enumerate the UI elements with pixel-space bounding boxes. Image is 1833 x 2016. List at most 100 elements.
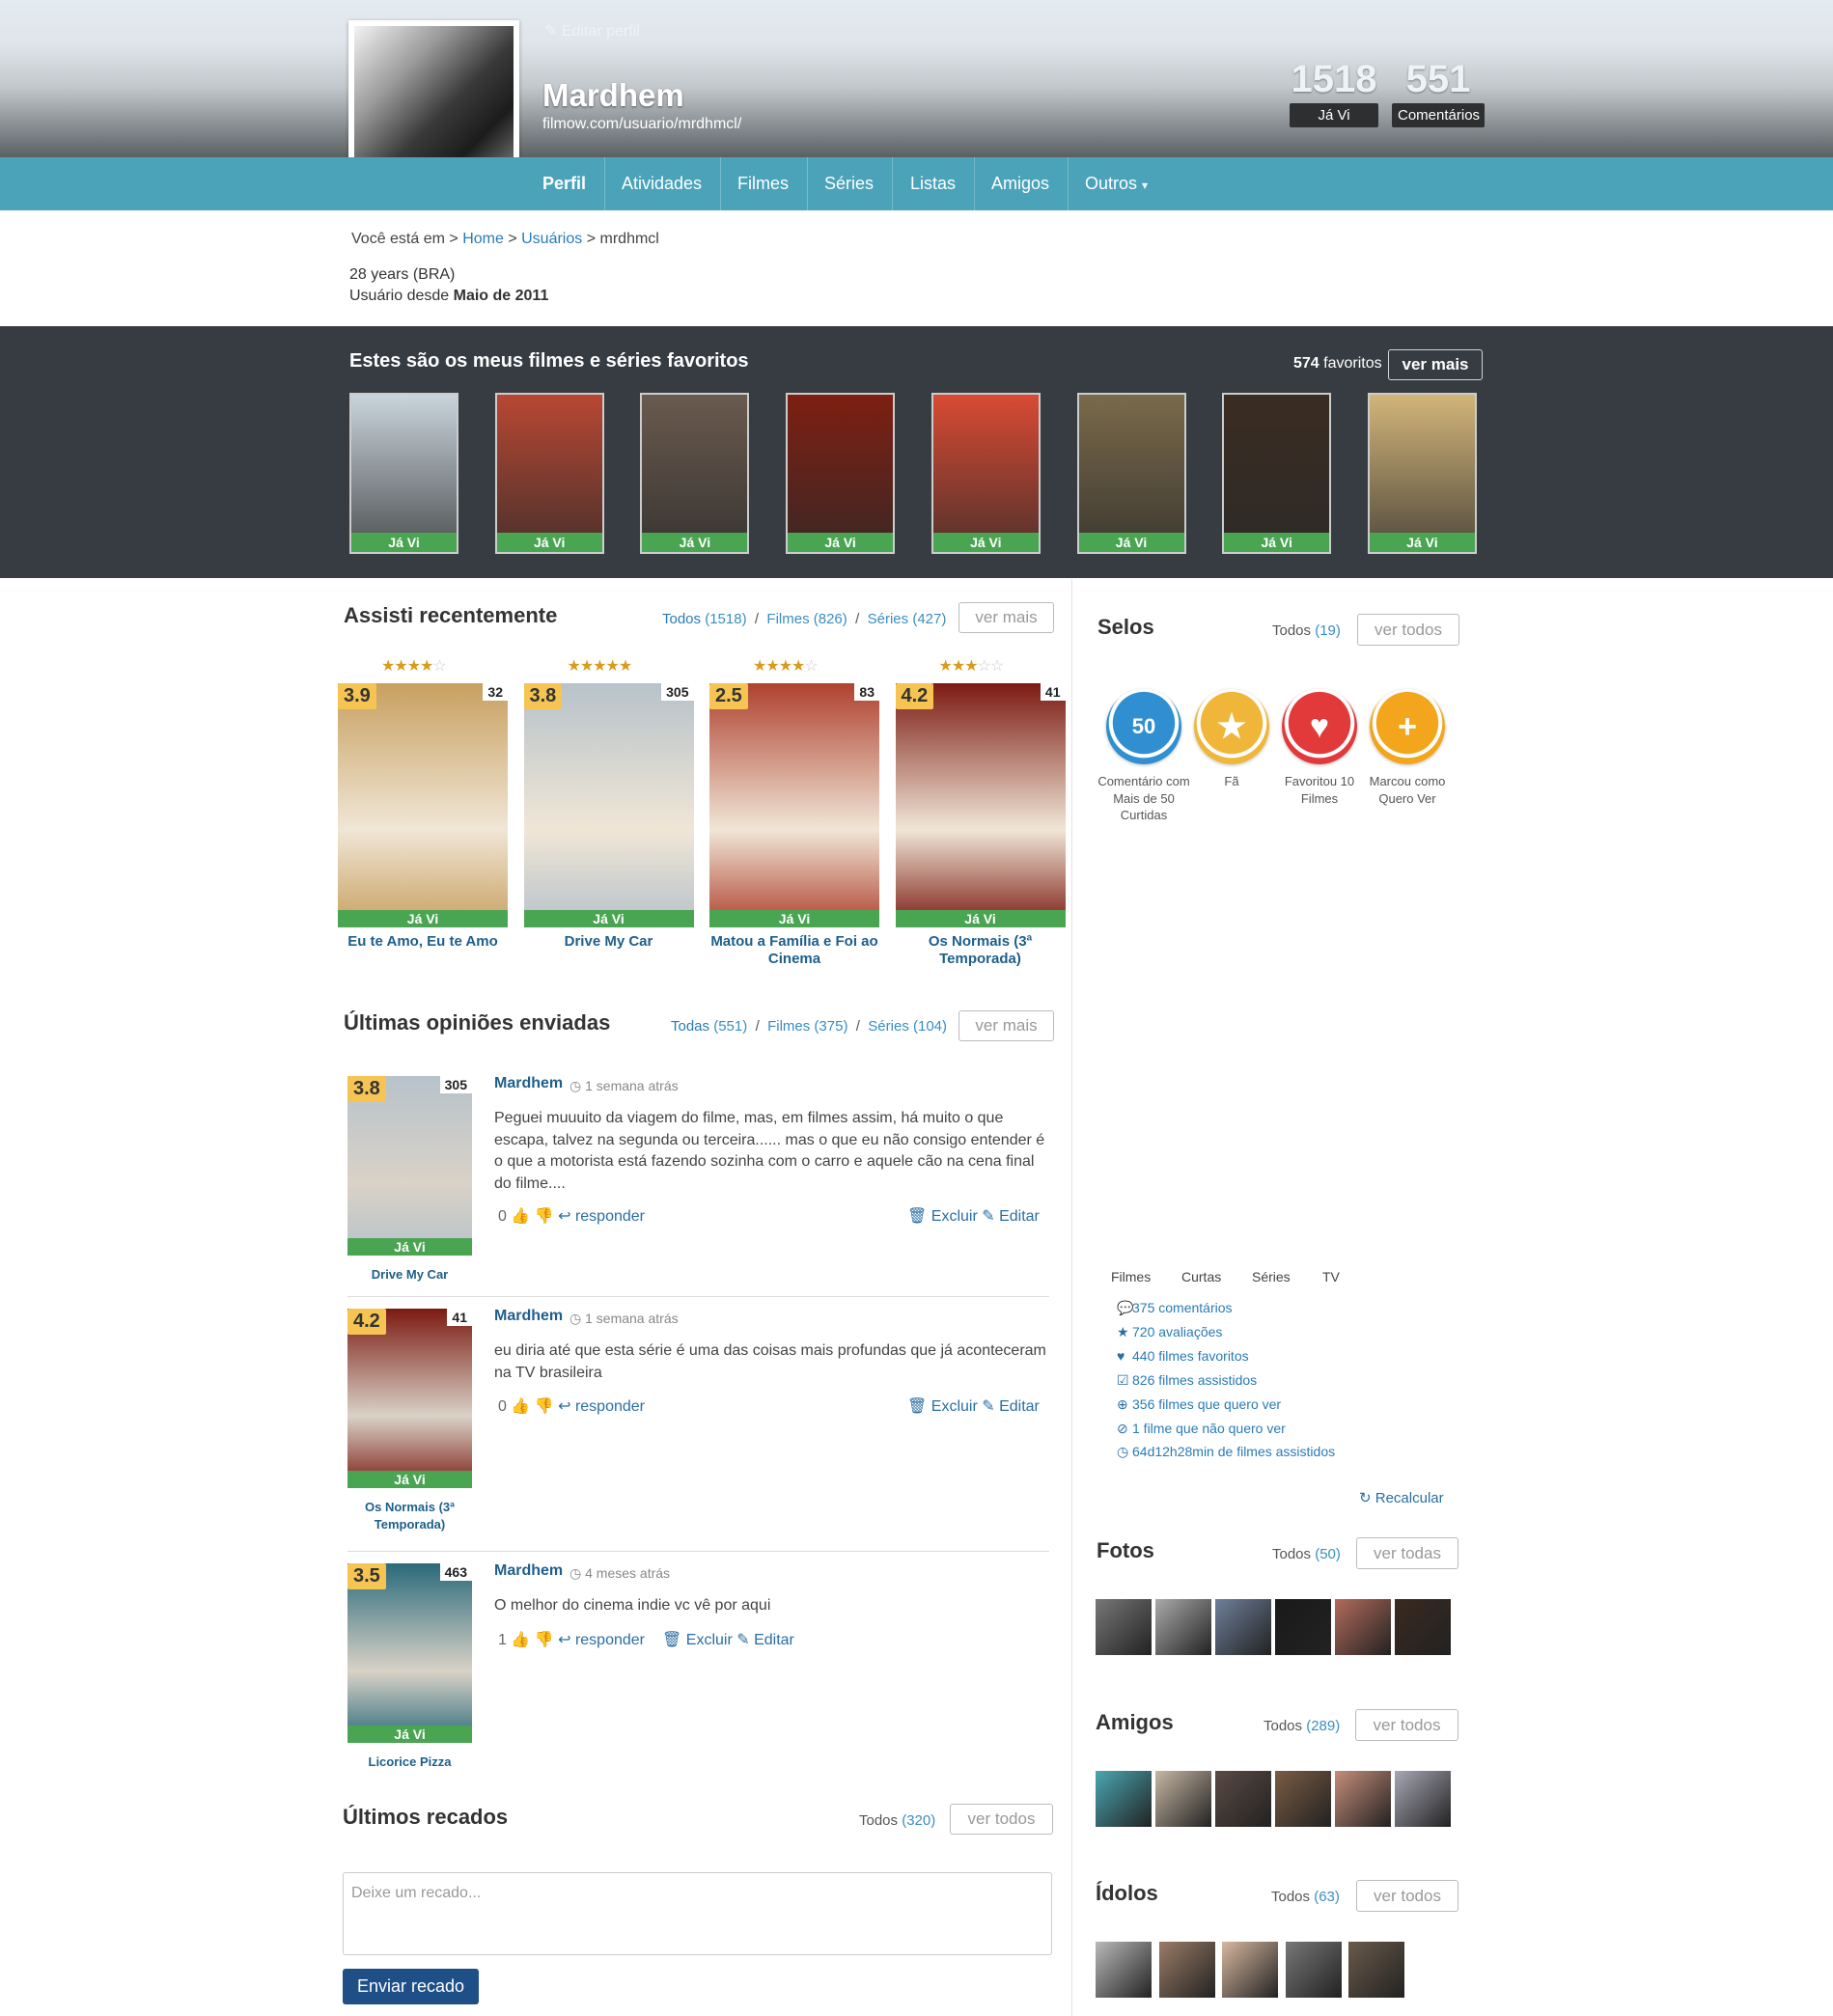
- stats-tab[interactable]: Curtas: [1181, 1269, 1221, 1284]
- stats-tab[interactable]: TV: [1322, 1269, 1340, 1284]
- photos-more-button[interactable]: ver todas: [1356, 1537, 1458, 1569]
- recent-poster[interactable]: 3.8 305 Já Vi: [523, 683, 694, 927]
- delete-link[interactable]: 🗑 Excluir: [662, 1632, 733, 1648]
- favorite-poster[interactable]: Já Vi: [930, 393, 1041, 554]
- thumbs-up-icon[interactable]: 👍: [507, 1398, 535, 1415]
- idol-avatar[interactable]: [1096, 1942, 1152, 1998]
- tab-filmes[interactable]: Filmes: [719, 157, 808, 210]
- reply-link[interactable]: ↩ responder: [558, 1398, 645, 1415]
- stat-line-link[interactable]: 1 filme que não quero ver: [1132, 1421, 1286, 1436]
- badge-icon[interactable]: +: [1370, 689, 1445, 764]
- movie-title-link[interactable]: Drive My Car: [347, 1266, 472, 1284]
- badge-icon[interactable]: ★: [1194, 689, 1269, 764]
- stat-seen[interactable]: 1518 Já Vi: [1290, 58, 1378, 127]
- photo-thumbnail[interactable]: [1096, 1599, 1152, 1655]
- messages-filter[interactable]: Todos (320): [859, 1812, 935, 1829]
- opinion-poster[interactable]: 4.2 41 Já Vi: [347, 1309, 472, 1488]
- favorite-poster[interactable]: Já Vi: [1222, 393, 1332, 554]
- opinions-filter-series[interactable]: Séries (104): [868, 1018, 947, 1035]
- idol-avatar[interactable]: [1348, 1942, 1404, 1998]
- edit-link[interactable]: ✎ Editar: [978, 1208, 1040, 1225]
- send-message-button[interactable]: Enviar recado: [343, 1969, 479, 2004]
- reply-link[interactable]: ↩ responder: [558, 1208, 645, 1225]
- edit-link[interactable]: ✎ Editar: [733, 1632, 794, 1648]
- badge-icon[interactable]: 50: [1106, 689, 1181, 764]
- friends-more-button[interactable]: ver todos: [1355, 1709, 1458, 1741]
- recent-poster[interactable]: 2.5 83 Já Vi: [709, 683, 879, 927]
- opinions-filter-all[interactable]: Todas (551): [671, 1018, 747, 1035]
- tab-listas[interactable]: Listas: [892, 157, 976, 210]
- delete-link[interactable]: 🗑 Excluir: [907, 1208, 978, 1225]
- breadcrumb-home[interactable]: Home: [462, 231, 504, 247]
- recent-more-button[interactable]: ver mais: [958, 602, 1054, 633]
- tab-atividades[interactable]: Atividades: [603, 157, 722, 210]
- friend-avatar[interactable]: [1096, 1771, 1152, 1827]
- review-author[interactable]: Mardhem: [494, 1075, 563, 1092]
- thumbs-up-icon[interactable]: 👍: [507, 1632, 535, 1648]
- reply-link[interactable]: ↩ responder: [558, 1632, 645, 1648]
- stat-comments[interactable]: 551 Comentários: [1392, 58, 1485, 127]
- friend-avatar[interactable]: [1275, 1771, 1331, 1827]
- opinions-more-button[interactable]: ver mais: [958, 1010, 1054, 1041]
- friend-avatar[interactable]: [1335, 1771, 1391, 1827]
- recent-poster[interactable]: 3.9 32 Já Vi: [338, 683, 508, 927]
- movie-title-link[interactable]: Os Normais (3ª Temporada): [347, 1499, 472, 1533]
- photo-thumbnail[interactable]: [1335, 1599, 1391, 1655]
- review-author[interactable]: Mardhem: [494, 1308, 563, 1325]
- photo-thumbnail[interactable]: [1215, 1599, 1271, 1655]
- favorite-poster[interactable]: Já Vi: [1076, 393, 1186, 554]
- recent-filter-series[interactable]: Séries (427): [868, 611, 947, 627]
- friend-avatar[interactable]: [1215, 1771, 1271, 1827]
- movie-title-link[interactable]: Drive My Car: [524, 933, 694, 951]
- recent-filter-films[interactable]: Filmes (826): [766, 611, 847, 627]
- opinions-filter-films[interactable]: Filmes (375): [767, 1018, 847, 1035]
- movie-title-link[interactable]: Licorice Pizza: [347, 1754, 472, 1771]
- badge-icon[interactable]: ♥: [1282, 689, 1357, 764]
- stat-line-link[interactable]: 720 avaliações: [1132, 1324, 1222, 1339]
- messages-more-button[interactable]: ver todos: [950, 1804, 1053, 1835]
- photo-thumbnail[interactable]: [1395, 1599, 1451, 1655]
- idol-avatar[interactable]: [1285, 1942, 1342, 1998]
- photos-filter[interactable]: Todos (50): [1272, 1546, 1341, 1562]
- thumbs-up-icon[interactable]: 👍: [507, 1208, 535, 1225]
- friend-avatar[interactable]: [1395, 1771, 1451, 1827]
- friends-filter[interactable]: Todos (289): [1264, 1718, 1340, 1734]
- recent-poster[interactable]: 4.2 41 Já Vi: [895, 683, 1066, 927]
- movie-title-link[interactable]: Eu te Amo, Eu te Amo: [338, 933, 508, 951]
- tab-series[interactable]: Séries: [806, 157, 894, 210]
- favorite-poster[interactable]: Já Vi: [349, 393, 458, 554]
- opinion-poster[interactable]: 3.5 463 Já Vi: [347, 1563, 472, 1743]
- stat-line-link[interactable]: 440 filmes favoritos: [1132, 1348, 1249, 1364]
- tab-perfil[interactable]: Perfil: [524, 157, 606, 210]
- stat-line-link[interactable]: 375 comentários: [1132, 1300, 1233, 1315]
- stats-tab[interactable]: Séries: [1252, 1269, 1291, 1284]
- breadcrumb-users[interactable]: Usuários: [521, 231, 582, 247]
- thumbs-down-icon[interactable]: 👎: [535, 1208, 558, 1225]
- thumbs-down-icon[interactable]: 👎: [535, 1398, 558, 1415]
- photo-thumbnail[interactable]: [1155, 1599, 1211, 1655]
- edit-link[interactable]: ✎ Editar: [978, 1398, 1040, 1415]
- favorite-poster[interactable]: Já Vi: [494, 393, 604, 554]
- review-author[interactable]: Mardhem: [494, 1562, 563, 1580]
- thumbs-down-icon[interactable]: 👎: [535, 1632, 558, 1648]
- favorite-poster[interactable]: Já Vi: [640, 393, 750, 554]
- message-input[interactable]: Deixe um recado...: [343, 1872, 1052, 1955]
- stat-line-link[interactable]: 356 filmes que quero ver: [1132, 1396, 1281, 1412]
- recalc-link[interactable]: ↻ Recalcular: [1359, 1489, 1444, 1506]
- favorites-more-button[interactable]: ver mais: [1388, 349, 1483, 380]
- favorite-poster[interactable]: Já Vi: [1367, 393, 1477, 554]
- idols-filter[interactable]: Todos (63): [1271, 1889, 1340, 1905]
- tab-outros[interactable]: Outros ▾: [1067, 157, 1166, 210]
- idol-avatar[interactable]: [1222, 1942, 1278, 1998]
- friend-avatar[interactable]: [1155, 1771, 1211, 1827]
- movie-title-link[interactable]: Matou a Família e Foi ao Cinema: [709, 933, 879, 968]
- idol-avatar[interactable]: [1158, 1942, 1215, 1998]
- photo-thumbnail[interactable]: [1275, 1599, 1331, 1655]
- delete-link[interactable]: 🗑 Excluir: [907, 1398, 978, 1415]
- badges-more-button[interactable]: ver todos: [1357, 614, 1459, 646]
- tab-amigos[interactable]: Amigos: [973, 157, 1069, 210]
- opinion-poster[interactable]: 3.8 305 Já Vi: [347, 1076, 472, 1256]
- edit-profile-link[interactable]: ✎ Editar perfil: [544, 21, 640, 41]
- recent-filter-all[interactable]: Todos (1518): [662, 611, 747, 627]
- stats-tab[interactable]: Filmes: [1111, 1269, 1151, 1284]
